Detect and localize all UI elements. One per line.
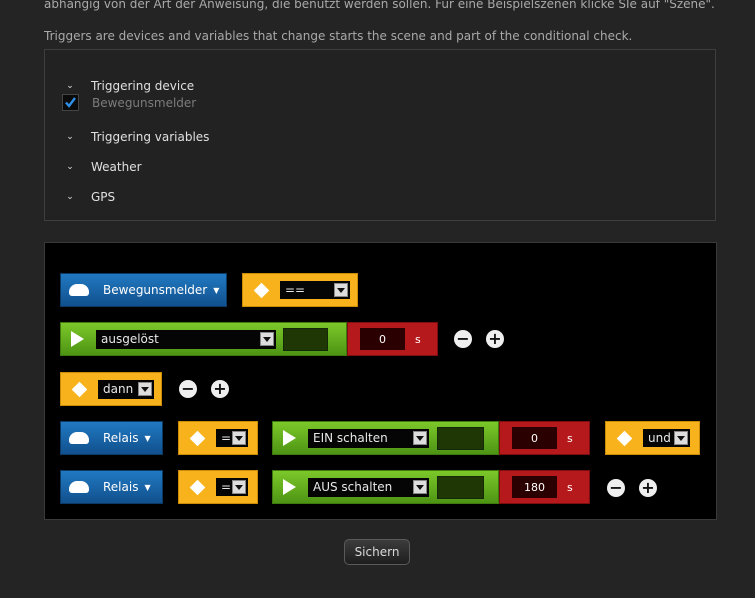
logic-select[interactable]: und bbox=[643, 429, 690, 447]
save-button[interactable]: Sichern bbox=[344, 539, 410, 565]
remove-button[interactable]: − bbox=[454, 330, 472, 348]
logic-value: und bbox=[648, 431, 671, 445]
checkmark-icon bbox=[65, 97, 76, 108]
delay-input[interactable]: 0 bbox=[360, 328, 405, 350]
cloud-icon bbox=[69, 481, 89, 493]
trigger-gps-toggle[interactable]: ⌄ GPS bbox=[65, 190, 115, 204]
dropdown-arrow-icon bbox=[232, 431, 246, 445]
action-select[interactable]: EIN schalten bbox=[308, 428, 429, 448]
device-button-bewegunsmelder[interactable]: Bewegunsmelder ▼ bbox=[60, 273, 227, 307]
diamond-icon bbox=[616, 430, 633, 446]
action-block: AUS schalten bbox=[272, 470, 499, 504]
device-label: Relais bbox=[103, 431, 139, 445]
trigger-variables-label: Triggering variables bbox=[91, 130, 210, 144]
remove-button[interactable]: − bbox=[607, 479, 625, 497]
device-button-relais[interactable]: Relais ▼ bbox=[60, 421, 163, 455]
diamond-icon bbox=[189, 479, 206, 495]
add-button[interactable]: + bbox=[211, 380, 229, 398]
trigger-device-toggle[interactable]: ⌄ Triggering device bbox=[65, 79, 194, 93]
diamond-icon bbox=[189, 430, 206, 446]
operator-block: == bbox=[242, 273, 358, 307]
operator-value: = bbox=[221, 480, 232, 494]
trigger-variables-toggle[interactable]: ⌄ Triggering variables bbox=[65, 130, 209, 144]
action-select[interactable]: AUS schalten bbox=[308, 477, 429, 497]
action-value: EIN schalten bbox=[313, 431, 388, 445]
operator-select[interactable]: == bbox=[280, 281, 350, 299]
then-value: dann bbox=[103, 382, 134, 396]
chevron-down-icon: ⌄ bbox=[66, 81, 74, 91]
play-icon bbox=[283, 430, 296, 446]
trigger-weather-label: Weather bbox=[91, 160, 142, 174]
value-field[interactable] bbox=[437, 475, 484, 499]
delay-block: 0 s bbox=[499, 421, 590, 455]
logic-block: und bbox=[605, 421, 700, 455]
checkbox[interactable] bbox=[62, 94, 79, 111]
device-button-relais[interactable]: Relais ▼ bbox=[60, 470, 163, 504]
delay-input[interactable]: 180 bbox=[512, 476, 557, 498]
cloud-icon bbox=[69, 284, 89, 296]
value-field[interactable] bbox=[283, 327, 328, 351]
diamond-icon bbox=[253, 282, 270, 298]
delay-input[interactable]: 0 bbox=[512, 427, 557, 449]
action-block: ausgelöst bbox=[60, 322, 347, 356]
dropdown-arrow-icon bbox=[260, 332, 274, 346]
action-value: ausgelöst bbox=[101, 332, 159, 346]
action-value: AUS schalten bbox=[313, 480, 393, 494]
then-block: dann bbox=[60, 372, 162, 406]
value-field[interactable] bbox=[437, 426, 484, 450]
operator-select[interactable]: = bbox=[216, 429, 248, 447]
chevron-down-icon: ▼ bbox=[144, 482, 151, 492]
intro-text: abhängig von der Art der Anweisung, die … bbox=[44, 0, 715, 11]
delay-block: 180 s bbox=[499, 470, 590, 504]
operator-value: = bbox=[221, 431, 232, 445]
operator-value: == bbox=[285, 283, 306, 297]
delay-block: 0 s bbox=[347, 322, 438, 356]
action-block: EIN schalten bbox=[272, 421, 499, 455]
dropdown-arrow-icon bbox=[674, 431, 688, 445]
dropdown-arrow-icon bbox=[413, 480, 427, 494]
operator-block: = bbox=[178, 421, 258, 455]
trigger-device-item[interactable]: Bewegunsmelder bbox=[62, 94, 196, 111]
dropdown-arrow-icon bbox=[138, 382, 152, 396]
scene-editor: Bewegunsmelder ▼ == ausgelöst 0 s − + da… bbox=[44, 242, 717, 520]
operator-block: = bbox=[178, 470, 258, 504]
trigger-gps-label: GPS bbox=[91, 190, 116, 204]
chevron-down-icon: ⌄ bbox=[66, 162, 74, 172]
chevron-down-icon: ▼ bbox=[213, 285, 220, 295]
dropdown-arrow-icon bbox=[232, 480, 246, 494]
action-select[interactable]: ausgelöst bbox=[96, 329, 276, 349]
chevron-down-icon: ⌄ bbox=[66, 132, 74, 142]
dropdown-arrow-icon bbox=[413, 431, 427, 445]
trigger-weather-toggle[interactable]: ⌄ Weather bbox=[65, 160, 142, 174]
trigger-device-label: Triggering device bbox=[91, 79, 195, 93]
trigger-device-item-label: Bewegunsmelder bbox=[92, 95, 197, 110]
triggers-note: Triggers are devices and variables that … bbox=[44, 29, 633, 43]
play-icon bbox=[283, 479, 296, 495]
add-button[interactable]: + bbox=[486, 330, 504, 348]
triggers-panel: ⌄ Triggering device Bewegunsmelder ⌄ Tri… bbox=[44, 49, 716, 221]
chevron-down-icon: ▼ bbox=[144, 433, 151, 443]
add-button[interactable]: + bbox=[639, 479, 657, 497]
cloud-icon bbox=[69, 432, 89, 444]
play-icon bbox=[71, 331, 84, 347]
delay-unit: s bbox=[415, 332, 421, 346]
then-select[interactable]: dann bbox=[98, 379, 154, 399]
device-label: Relais bbox=[103, 480, 139, 494]
remove-button[interactable]: − bbox=[179, 380, 197, 398]
dropdown-arrow-icon bbox=[334, 283, 348, 297]
chevron-down-icon: ⌄ bbox=[66, 192, 74, 202]
diamond-icon bbox=[71, 381, 88, 397]
delay-unit: s bbox=[567, 480, 573, 494]
delay-unit: s bbox=[567, 431, 573, 445]
operator-select[interactable]: = bbox=[216, 478, 248, 496]
device-label: Bewegunsmelder bbox=[103, 283, 208, 297]
